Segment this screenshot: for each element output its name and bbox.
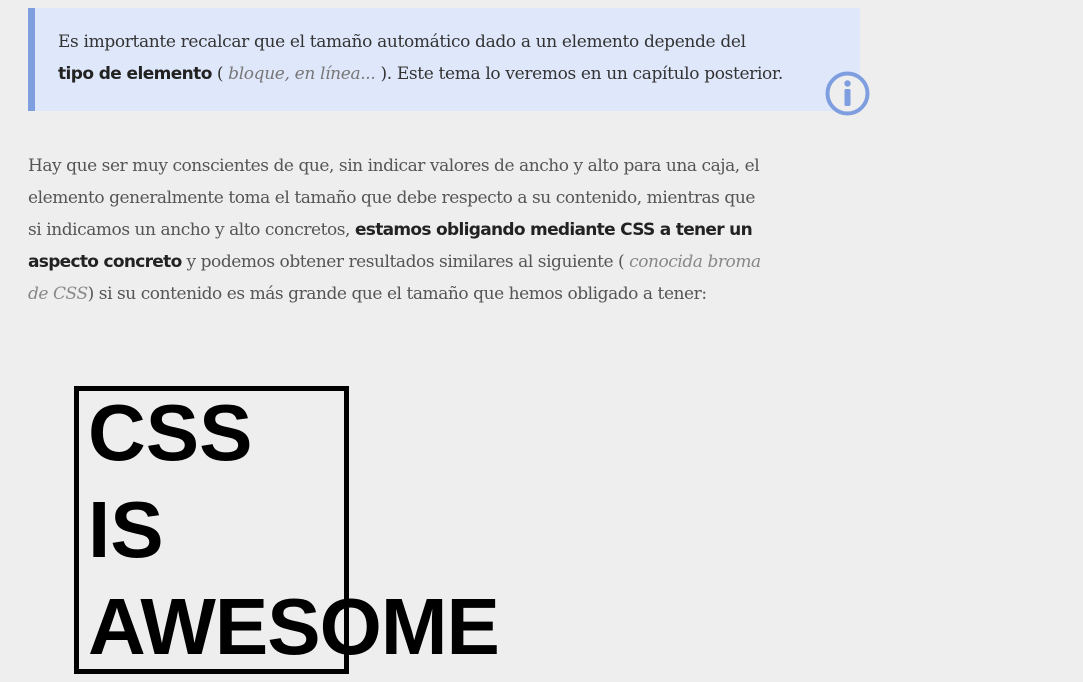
callout-bold-term: tipo de elemento	[58, 64, 212, 84]
paragraph-emphasis-2: aspecto concreto	[28, 252, 182, 272]
paragraph-line-4: aspecto concreto y podemos obtener resul…	[28, 246, 858, 278]
paragraph-line-5: de CSS) si su contenido es más grande qu…	[28, 278, 858, 310]
callout-text: Es importante recalcar que el tamaño aut…	[58, 26, 858, 90]
paragraph-line-2: elemento generalmente toma el tamaño que…	[28, 188, 755, 208]
paragraph-line-3: si indicamos un ancho y alto concretos, …	[28, 214, 858, 246]
paragraph-emphasis-1: estamos obligando mediante CSS a tener u…	[354, 220, 753, 240]
demo-word-css: CSS	[88, 388, 253, 477]
paragraph-italic-1: conocida broma	[629, 252, 761, 272]
demo-word-awesome: AWESOME	[88, 582, 500, 671]
info-icon	[825, 71, 870, 116]
callout-italic-term: bloque, en línea...	[228, 64, 376, 84]
paragraph-line-3-text: si indicamos un ancho y alto concretos,	[28, 220, 355, 240]
paragraph-line-1: Hay que ser muy conscientes de que, sin …	[28, 156, 760, 176]
callout-open-paren: (	[211, 64, 229, 84]
paragraph-line-5-text: ) si su contenido es más grande que el t…	[87, 284, 707, 304]
paragraph-italic-2: de CSS	[28, 284, 88, 304]
demo-word-is: IS	[88, 485, 164, 574]
info-callout: Es importante recalcar que el tamaño aut…	[28, 8, 860, 111]
body-paragraph: Hay que ser muy conscientes de que, sin …	[28, 150, 858, 310]
callout-rest: ). Este tema lo veremos en un capítulo p…	[375, 64, 783, 84]
callout-line-1: Es importante recalcar que el tamaño aut…	[58, 32, 746, 52]
paragraph-line-4-text: y podemos obtener resultados similares a…	[181, 252, 630, 272]
